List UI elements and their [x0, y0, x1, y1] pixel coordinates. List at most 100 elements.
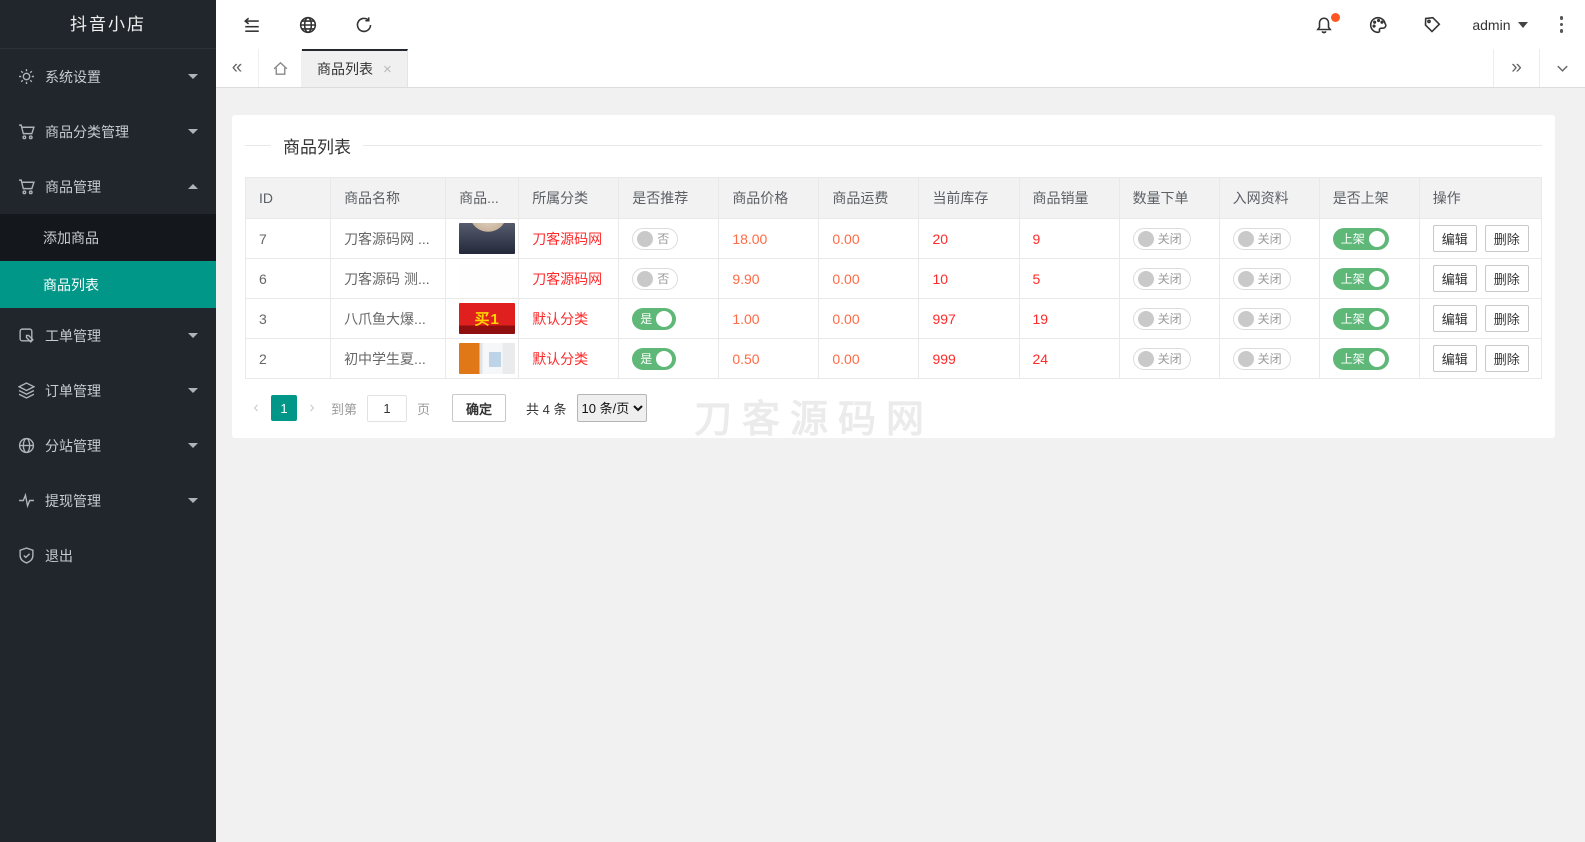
cell-product-image	[446, 259, 519, 299]
confirm-page-button[interactable]: 确定	[452, 394, 506, 422]
switch-knob	[656, 311, 672, 327]
pulse-icon	[18, 492, 35, 509]
home-tab[interactable]	[258, 49, 302, 87]
cell-actions: 编辑删除	[1419, 259, 1541, 299]
cell-price: 0.50	[719, 339, 819, 379]
cell-stock: 20	[919, 219, 1019, 259]
on-sale-toggle[interactable]: 上架	[1333, 308, 1389, 330]
switch-label: 关闭	[1254, 350, 1286, 367]
sidebar: 抖音小店 系统设置 商品分类管理 商品管理 添加商品 商品列表 工单管理 订单管…	[0, 0, 216, 842]
cell-freight: 0.00	[819, 219, 919, 259]
cell-on-sale: 上架	[1319, 259, 1419, 299]
cell-product-image: 买1	[446, 299, 519, 339]
network-info-toggle[interactable]: 关闭	[1233, 268, 1291, 290]
table-row: 2初中学生夏...默认分类是0.500.0099924关闭关闭上架编辑删除	[246, 339, 1542, 379]
sidebar-item-withdrawal-management[interactable]: 提现管理	[0, 473, 216, 528]
cart-icon	[18, 178, 35, 195]
switch-label: 关闭	[1154, 270, 1186, 287]
chevron-down-icon	[188, 498, 198, 503]
network-info-toggle[interactable]: 关闭	[1233, 308, 1291, 330]
sidebar-item-label: 工单管理	[45, 326, 101, 346]
user-menu[interactable]: admin	[1472, 17, 1527, 33]
more-menu-icon[interactable]	[1556, 12, 1568, 37]
cell-price: 1.00	[719, 299, 819, 339]
theme-palette-icon[interactable]	[1368, 15, 1388, 35]
column-header: 操作	[1419, 178, 1541, 219]
next-page-icon[interactable]: ›	[301, 399, 323, 417]
switch-knob	[1138, 271, 1154, 287]
tabs-scroll-left-icon[interactable]: «	[216, 49, 258, 87]
tabs-dropdown-icon[interactable]	[1539, 49, 1585, 87]
table-row: 7刀客源码网 ...刀客源码网否18.000.00209关闭关闭上架编辑删除	[246, 219, 1542, 259]
quantity-order-toggle[interactable]: 关闭	[1133, 308, 1191, 330]
column-header: 所属分类	[519, 178, 619, 219]
quantity-order-toggle[interactable]: 关闭	[1133, 228, 1191, 250]
switch-label: 上架	[1337, 310, 1369, 327]
prev-page-icon[interactable]: ‹	[245, 399, 267, 417]
sidebar-item-substation-management[interactable]: 分站管理	[0, 418, 216, 473]
collapse-sidebar-icon[interactable]	[242, 15, 262, 35]
content-area: 商品列表 ID商品名称商品...所属分类是否推荐商品价格商品运费当前库存商品销量…	[216, 88, 1585, 842]
switch-knob	[1138, 231, 1154, 247]
network-info-toggle[interactable]: 关闭	[1233, 228, 1291, 250]
quantity-order-toggle[interactable]: 关闭	[1133, 348, 1191, 370]
notification-bell-icon[interactable]	[1314, 15, 1334, 35]
switch-label: 关闭	[1254, 270, 1286, 287]
recommend-toggle[interactable]: 是	[632, 308, 676, 330]
cell-on-sale: 上架	[1319, 299, 1419, 339]
recommend-toggle[interactable]: 是	[632, 348, 676, 370]
edit-button[interactable]: 编辑	[1433, 345, 1477, 372]
cell-recommend: 是	[619, 299, 719, 339]
sidebar-item-label: 商品分类管理	[45, 122, 129, 142]
edit-button[interactable]: 编辑	[1433, 265, 1477, 292]
sidebar-item-order-management[interactable]: 订单管理	[0, 363, 216, 418]
top-toolbar: admin	[216, 0, 1585, 49]
globe-icon[interactable]	[298, 15, 318, 35]
sidebar-item-logout[interactable]: 退出	[0, 528, 216, 583]
quantity-order-toggle[interactable]: 关闭	[1133, 268, 1191, 290]
on-sale-toggle[interactable]: 上架	[1333, 228, 1389, 250]
tabs-scroll-right-icon[interactable]: »	[1493, 49, 1539, 87]
on-sale-toggle[interactable]: 上架	[1333, 348, 1389, 370]
delete-button[interactable]: 删除	[1485, 265, 1529, 292]
pagination: ‹ 1 › 到第 页 确定 共 4 条 10 条/页	[245, 394, 1542, 422]
chevron-down-icon	[188, 388, 198, 393]
switch-label: 否	[653, 270, 673, 287]
sidebar-item-add-product[interactable]: 添加商品	[0, 214, 216, 261]
close-icon[interactable]: ×	[383, 61, 392, 78]
delete-button[interactable]: 删除	[1485, 305, 1529, 332]
tab-product-list[interactable]: 商品列表 ×	[302, 49, 408, 87]
switch-knob	[656, 351, 672, 367]
cell-sales: 5	[1019, 259, 1119, 299]
current-page-button[interactable]: 1	[271, 395, 297, 421]
switch-knob	[1369, 351, 1385, 367]
edit-button[interactable]: 编辑	[1433, 225, 1477, 252]
recommend-toggle[interactable]: 否	[632, 228, 678, 250]
sidebar-item-category-management[interactable]: 商品分类管理	[0, 104, 216, 159]
switch-label: 是	[636, 310, 656, 327]
refresh-icon[interactable]	[354, 15, 374, 35]
edit-button[interactable]: 编辑	[1433, 305, 1477, 332]
column-header: 商品销量	[1019, 178, 1119, 219]
globe-icon	[18, 437, 35, 454]
cell-network-info: 关闭	[1219, 219, 1319, 259]
delete-button[interactable]: 删除	[1485, 345, 1529, 372]
chevron-down-icon	[1518, 22, 1528, 28]
switch-knob	[1369, 311, 1385, 327]
sidebar-item-work-orders[interactable]: 工单管理	[0, 308, 216, 363]
page-size-select[interactable]: 10 条/页	[577, 394, 647, 422]
sidebar-item-product-list[interactable]: 商品列表	[0, 261, 216, 308]
delete-button[interactable]: 删除	[1485, 225, 1529, 252]
recommend-toggle[interactable]: 否	[632, 268, 678, 290]
on-sale-toggle[interactable]: 上架	[1333, 268, 1389, 290]
network-info-toggle[interactable]: 关闭	[1233, 348, 1291, 370]
table-row: 6刀客源码 测...刀客源码网否9.900.00105关闭关闭上架编辑删除	[246, 259, 1542, 299]
column-header: 当前库存	[919, 178, 1019, 219]
sidebar-item-label: 商品管理	[45, 177, 101, 197]
cell-quantity-order: 关闭	[1119, 299, 1219, 339]
cell-freight: 0.00	[819, 339, 919, 379]
sidebar-item-system-settings[interactable]: 系统设置	[0, 49, 216, 104]
sidebar-item-product-management[interactable]: 商品管理	[0, 159, 216, 214]
page-number-input[interactable]	[367, 395, 407, 422]
tag-icon[interactable]	[1422, 15, 1442, 35]
